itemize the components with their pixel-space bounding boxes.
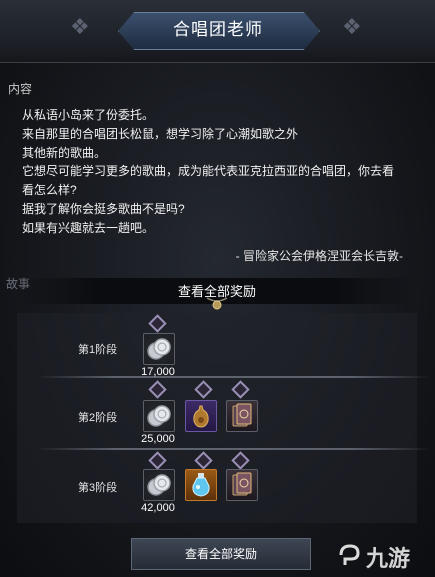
ornament-right-icon: ❖ (342, 14, 362, 39)
stage-label: 第1阶段 (78, 344, 118, 356)
description-line: 从私语小岛来了份委托。 (22, 108, 155, 122)
stage-divider (37, 448, 431, 450)
stage-label: 第2阶段 (78, 412, 118, 424)
quest-window: ❖ ❖ 合唱团老师 内容 从私语小岛来了份委托。 来自那里的合唱团长松鼠，想学习… (0, 0, 435, 577)
card-pack-reward[interactable] (226, 400, 258, 432)
window-title: 合唱团老师 (173, 20, 263, 39)
quest-signature: - 冒险家公会伊格涅亚会长吉敦- (235, 249, 403, 263)
description-line: 据我了解你会挺多歌曲不是吗? (22, 201, 185, 216)
potion-pouch-reward[interactable] (185, 400, 217, 432)
rewards-panel (17, 313, 431, 523)
pouch-icon (193, 405, 209, 428)
potion-bottle-icon (192, 473, 210, 497)
stage-label: 第3阶段 (78, 482, 118, 494)
description-line: 来自那里的合唱团长松鼠，想学习除了心潮如歌之外 (22, 126, 299, 141)
silver-coin-icon (147, 474, 171, 496)
reward-amount: 25,000 (141, 433, 175, 445)
ornament-left-icon: ❖ (70, 14, 90, 39)
reward-amount: 17,000 (141, 366, 175, 378)
view-all-rewards-button[interactable]: 查看全部奖励 (131, 538, 311, 570)
description-line: 其他新的歌曲。 (22, 145, 107, 160)
card-pack-icon (232, 403, 252, 427)
description-line: 它想尽可能学习更多的歌曲，成为能代表亚克拉西亚的合唱团，你去看 (22, 164, 395, 179)
pendant-icon (206, 297, 228, 310)
potion-reward[interactable] (185, 469, 217, 501)
quest-description: 从私语小岛来了份委托。 来自那里的合唱团长松鼠，想学习除了心潮如歌之外 其他新的… (22, 106, 422, 238)
silver-coin-reward[interactable] (143, 400, 175, 432)
description-line: 看怎么样? (22, 183, 77, 198)
stage-divider (37, 376, 431, 378)
silver-coin-reward[interactable] (143, 333, 175, 365)
description-line: 如果有兴趣就去一趟吧。 (22, 220, 155, 235)
content-section-label: 内容 (8, 82, 33, 96)
silver-coin-icon (147, 338, 171, 360)
card-pack-icon (232, 472, 252, 496)
reward-amount: 42,000 (141, 502, 175, 514)
site-watermark: 九游 (336, 541, 432, 571)
card-pack-reward[interactable] (226, 469, 258, 501)
watermark-logo-icon (339, 544, 360, 565)
silver-coin-reward[interactable] (143, 469, 175, 501)
silver-coin-icon (147, 405, 171, 427)
watermark-text: 九游 (366, 546, 411, 571)
window-header: ❖ ❖ 合唱团老师 (0, 0, 435, 63)
